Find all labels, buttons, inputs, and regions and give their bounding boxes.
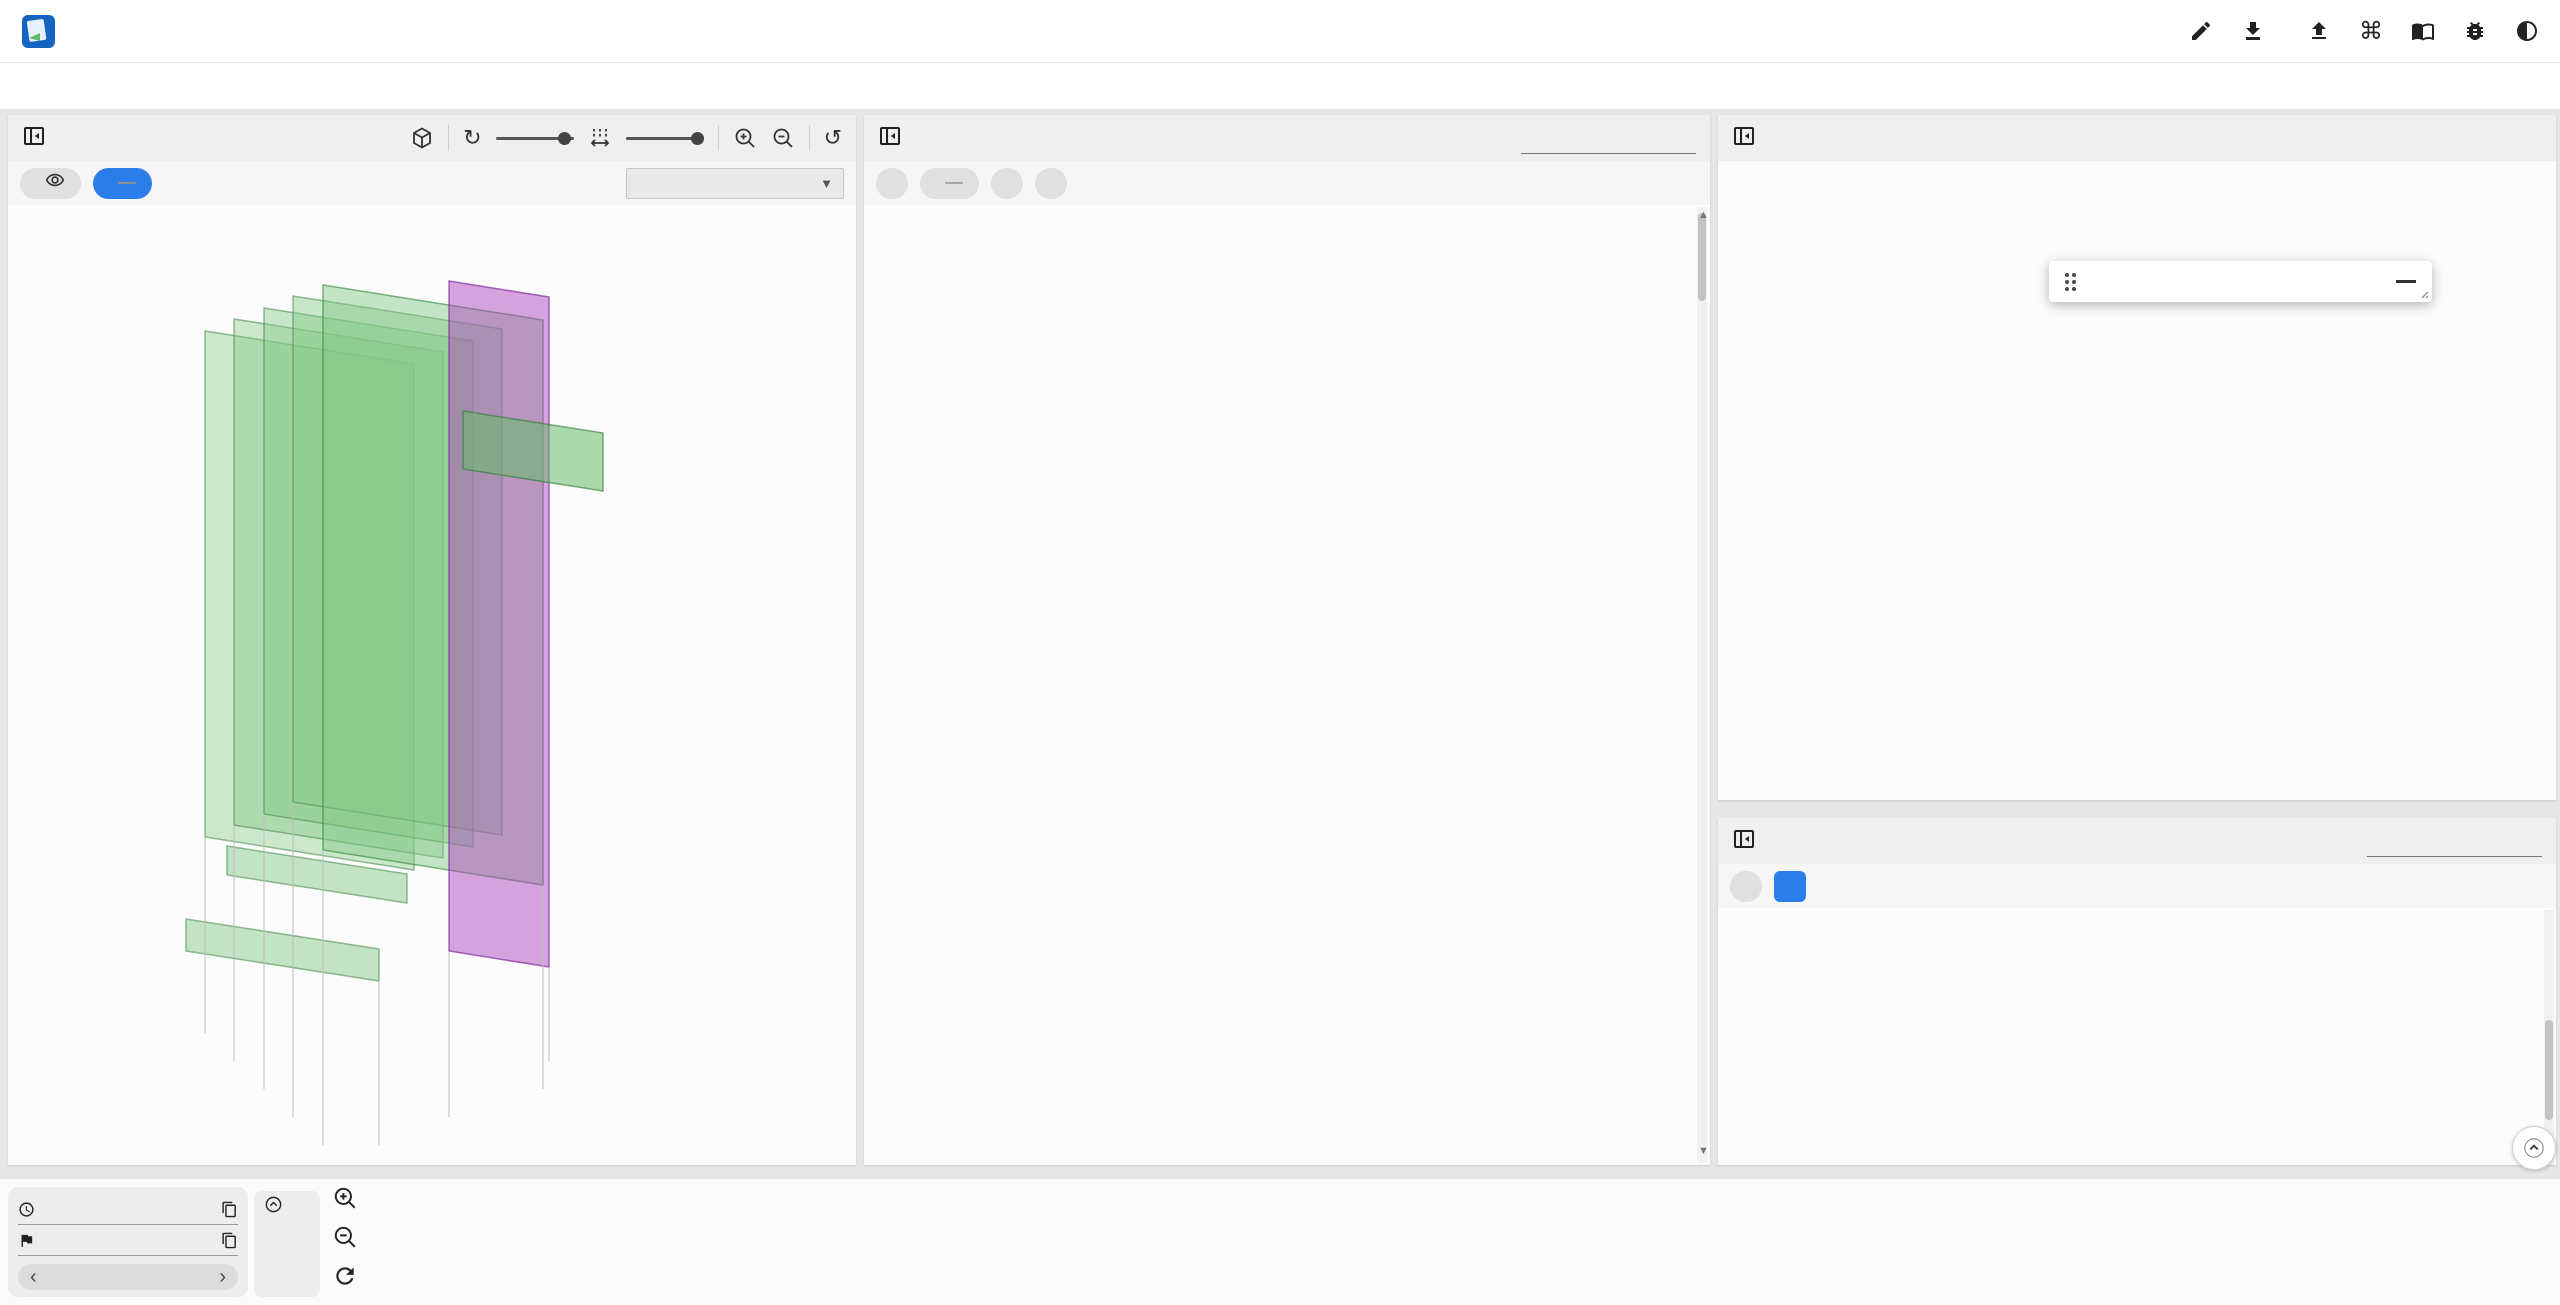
zoom-in-icon[interactable] [733,126,757,150]
timeline-bar: ‹ › [0,1178,2560,1305]
top-bar: ⌘ [0,0,2560,63]
edit-icon[interactable] [2188,18,2214,44]
winscope-logo [20,12,70,50]
simplify-names-chip[interactable] [991,167,1023,199]
show-diff-chip[interactable] [1730,870,1762,902]
reset-view-icon[interactable]: ↺ [824,125,842,151]
chevron-down-icon: ▼ [820,175,833,191]
trace-tab-bar [0,63,2560,110]
collapse-panel-icon[interactable] [1732,124,1756,153]
collapse-bottom-icon[interactable] [2512,1126,2556,1170]
hierarchy-scrollbar[interactable] [1697,207,1707,1163]
show-defaults-chip[interactable] [1774,870,1806,902]
resize-handle-icon[interactable] [2418,288,2430,300]
proto-scrollbar[interactable] [2544,910,2554,1165]
spacing-icon [588,126,612,150]
collapse-panel-icon[interactable] [1732,827,1756,856]
trace-filter-card [254,1191,320,1297]
v-flag-badge [945,182,963,184]
scroll-down-icon[interactable]: ▼ [1698,1145,1709,1157]
show-only-chip[interactable] [920,167,979,199]
displays-select[interactable]: ▼ [626,167,844,199]
rotation-icon: ↻ [463,125,482,150]
proto-dump-panel [1718,818,2556,1165]
winscope-logo-icon [22,15,55,48]
timestamp-card: ‹ › [8,1187,248,1297]
shortcuts-icon[interactable]: ⌘ [2358,18,2384,45]
proto-dump-list [1718,908,2544,1165]
upload-icon[interactable] [2306,18,2332,44]
screen-recording-overlay[interactable] [2049,261,2432,302]
spacing-slider[interactable] [625,131,704,145]
collapse-filter-icon[interactable] [264,1195,283,1214]
documentation-icon[interactable] [2410,18,2436,44]
show-diff-chip[interactable] [876,167,908,199]
rotation-slider[interactable] [495,131,574,145]
show-only-chip[interactable] [93,167,152,199]
report-bug-icon[interactable] [2462,18,2488,44]
visibility-icon [45,170,65,196]
dark-mode-icon[interactable] [2514,18,2540,44]
copy-icon[interactable] [221,1232,238,1249]
clock-icon [19,1201,34,1217]
scroll-up-icon[interactable]: ▲ [1698,209,1709,221]
layers-3d-canvas [185,280,604,1145]
properties-panel [1718,115,2556,800]
collapse-panel-icon[interactable] [22,124,46,153]
flag-icon [21,1234,33,1247]
hierarchy-tree [864,205,1698,1165]
layers-3d-scene[interactable] [8,205,856,1165]
human-time-input[interactable] [18,1194,238,1225]
drag-handle-icon[interactable] [2065,272,2076,291]
hierarchy-panel: ▲ ▼ [864,115,1710,1165]
timeline-canvas[interactable] [352,1179,2560,1305]
3d-view-icon[interactable] [410,126,434,150]
layers-panel: ↻ ↺ ▼ [8,115,856,1165]
prev-frame-button[interactable]: ‹ [30,1266,37,1289]
properties-body [1718,161,2556,800]
nanosecond-time-input[interactable] [18,1225,238,1256]
collapse-panel-icon[interactable] [878,124,902,153]
hierarchy-search-input[interactable] [1521,122,1696,154]
proto-search-input[interactable] [2367,825,2542,857]
zoom-out-icon[interactable] [771,126,795,150]
copy-icon[interactable] [221,1201,238,1218]
v-flag-badge [118,182,136,184]
next-frame-button[interactable]: › [219,1266,226,1289]
minimize-button[interactable] [2396,280,2416,283]
frame-nav: ‹ › [18,1264,238,1290]
flat-chip[interactable] [1035,167,1067,199]
ignore-chip[interactable] [20,167,81,199]
download-icon[interactable] [2240,18,2266,44]
